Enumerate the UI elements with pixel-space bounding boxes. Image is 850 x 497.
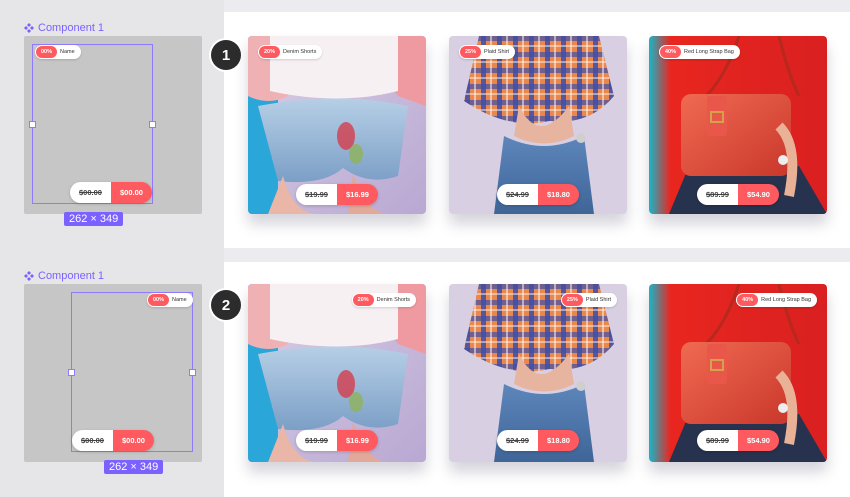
old-price: $24.99 (497, 430, 538, 451)
dimension-tag-2: 262 × 349 (104, 460, 164, 474)
placeholder-tag[interactable]: 00% Name (35, 45, 81, 59)
product-name: Plaid Shirt (585, 297, 611, 303)
product-name: Name (60, 49, 75, 55)
discount-badge: 40% (737, 294, 759, 306)
component-icon (24, 271, 34, 281)
placeholder-tag[interactable]: 00% Name (147, 293, 193, 307)
old-price: $00.00 (70, 182, 111, 203)
placeholder-price[interactable]: $00.00 $00.00 (70, 182, 152, 203)
discount-badge: 20% (259, 46, 281, 58)
product-card-red-bag-2[interactable]: 40% Red Long Strap Bag $89.99 $54.90 (649, 284, 827, 462)
old-price: $24.99 (497, 184, 538, 205)
product-name: Denim Shorts (283, 49, 317, 55)
component-label-1[interactable]: Component 1 (24, 21, 104, 35)
product-name: Denim Shorts (376, 297, 410, 303)
resize-handle-left[interactable] (68, 369, 75, 376)
product-card-plaid-shirt-2[interactable]: 25% Plaid Shirt $24.99 $18.80 (449, 284, 627, 462)
new-price: $54.90 (738, 184, 779, 205)
price-tag: $19.99 $16.99 (296, 430, 378, 451)
old-price: $00.00 (72, 430, 113, 451)
placeholder-price[interactable]: $00.00 $00.00 (72, 430, 154, 451)
dimension-tag-1: 262 × 349 (64, 212, 124, 226)
product-tag: 20% Denim Shorts (258, 45, 323, 59)
price-tag: $19.99 $16.99 (296, 184, 378, 205)
price-tag: $24.99 $18.80 (497, 430, 579, 451)
component-name: Component 1 (38, 22, 105, 34)
new-price: $00.00 (113, 430, 154, 451)
component-icon (24, 23, 34, 33)
product-name: Name (172, 297, 187, 303)
product-card-denim-shorts[interactable]: 20% Denim Shorts $19.99 $16.99 (248, 36, 426, 214)
product-name: Red Long Strap Bag (684, 49, 734, 55)
product-name: Red Long Strap Bag (761, 297, 811, 303)
product-tag: 25% Plaid Shirt (459, 45, 516, 59)
discount-badge: 20% (352, 294, 374, 306)
new-price: $16.99 (337, 184, 378, 205)
discount-badge: 00% (36, 46, 58, 58)
old-price: $89.99 (697, 184, 738, 205)
old-price: $19.99 (296, 430, 337, 451)
new-price: $18.80 (538, 184, 579, 205)
discount-badge: 25% (561, 294, 583, 306)
discount-badge: 40% (660, 46, 682, 58)
resize-handle-left[interactable] (29, 121, 36, 128)
product-name: Plaid Shirt (484, 49, 510, 55)
component-label-2[interactable]: Component 1 (24, 269, 104, 283)
product-card-denim-shorts-2[interactable]: 20% Denim Shorts $19.99 $16.99 (248, 284, 426, 462)
old-price: $19.99 (296, 184, 337, 205)
product-tag: 25% Plaid Shirt (560, 293, 617, 307)
selection-box-2[interactable] (71, 292, 193, 452)
step-badge-2: 2 (211, 290, 241, 320)
product-tag: 40% Red Long Strap Bag (659, 45, 740, 59)
new-price: $54.90 (738, 430, 779, 451)
old-price: $89.99 (697, 430, 738, 451)
new-price: $16.99 (337, 430, 378, 451)
selection-box-1[interactable] (32, 44, 153, 204)
price-tag: $24.99 $18.80 (497, 184, 579, 205)
discount-badge: 25% (460, 46, 482, 58)
step-badge-1: 1 (211, 40, 241, 70)
product-tag: 40% Red Long Strap Bag (736, 293, 817, 307)
price-tag: $89.99 $54.90 (697, 430, 779, 451)
price-tag: $89.99 $54.90 (697, 184, 779, 205)
resize-handle-right[interactable] (189, 369, 196, 376)
component-name: Component 1 (38, 270, 105, 282)
new-price: $18.80 (538, 430, 579, 451)
product-tag: 20% Denim Shorts (351, 293, 416, 307)
discount-badge: 00% (148, 294, 170, 306)
new-price: $00.00 (111, 182, 152, 203)
product-card-plaid-shirt[interactable]: 25% Plaid Shirt $24.99 $18.80 (449, 36, 627, 214)
resize-handle-right[interactable] (149, 121, 156, 128)
product-card-red-bag[interactable]: 40% Red Long Strap Bag $89.99 $54.90 (649, 36, 827, 214)
